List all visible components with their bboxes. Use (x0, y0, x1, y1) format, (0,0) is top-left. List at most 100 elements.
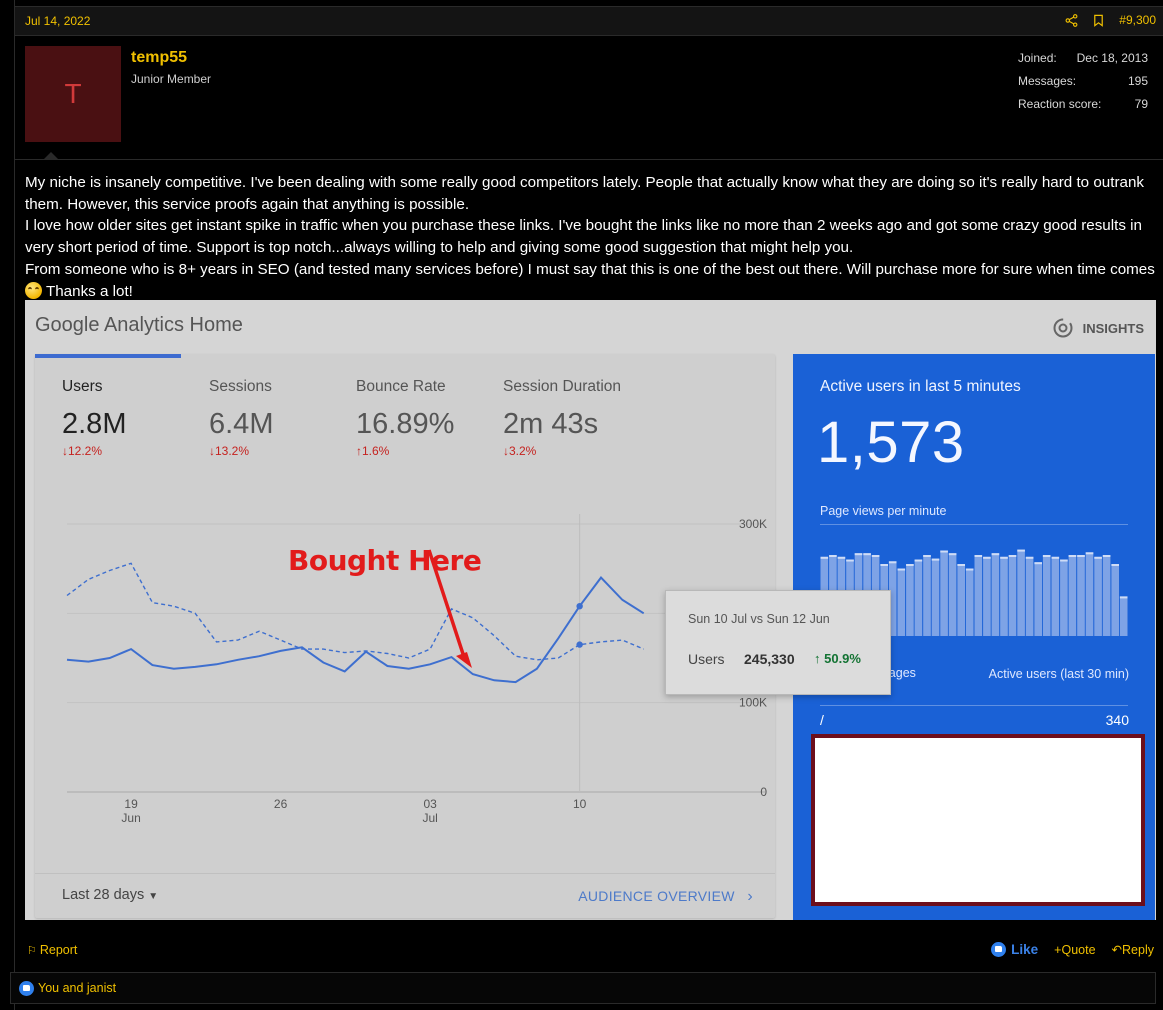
date-range-select[interactable]: Last 28 days ▼ (62, 887, 158, 903)
page-views-bar (1094, 556, 1102, 636)
page-views-bar (923, 555, 931, 636)
page-views-bar-cap (837, 556, 846, 559)
top-page-path[interactable]: / (820, 712, 824, 728)
page-views-bar (948, 553, 957, 636)
metric-change: ↓12.2% (62, 444, 126, 458)
metric-change-value: 13.2% (215, 444, 250, 458)
stat-label: Messages: (1018, 74, 1077, 88)
quote-button[interactable]: +Quote (1054, 943, 1095, 957)
user-stats: Joined: Dec 18, 2013 Messages: 195 React… (1018, 51, 1148, 120)
stat-value[interactable]: 195 (1114, 74, 1148, 97)
page-views-bar (1068, 555, 1077, 636)
page-views-bar (1017, 549, 1025, 636)
page-views-bar-cap (1051, 556, 1060, 559)
y-tick-label: 100K (739, 696, 767, 710)
stat-value: 79 (1134, 97, 1148, 111)
report-label: Report (39, 943, 78, 957)
redaction-box (811, 734, 1145, 906)
page-views-bar (1008, 555, 1017, 636)
page-views-bar-cap (888, 561, 897, 564)
metric-label: Users (62, 378, 103, 395)
page-views-bar-cap (974, 555, 983, 557)
page-views-bar (1042, 555, 1051, 636)
page-views-bar-cap (829, 555, 837, 557)
page-views-bar-cap (1017, 549, 1025, 552)
metric-bounce-rate: Bounce Rate 16.89% ↑1.6% (356, 378, 454, 458)
metric-value: 2.8M (62, 408, 127, 440)
metric-value: 16.89% (356, 408, 455, 440)
reply-button[interactable]: ↶Reply (1112, 942, 1154, 957)
post-footer-actions: Like +Quote ↶Reply (991, 942, 1154, 957)
avatar-notch (43, 152, 59, 160)
insights-label: INSIGHTS (1082, 320, 1144, 336)
x-tick-month: Jun (121, 811, 140, 825)
metric-users: Users 2.8M ↓12.2% (62, 378, 126, 458)
metric-value: 6.4M (209, 408, 274, 440)
audience-overview-link[interactable]: AUDIENCE OVERVIEW › (578, 888, 753, 906)
page-views-bar (940, 550, 948, 636)
bookmark-icon[interactable] (1092, 14, 1105, 27)
analytics-screenshot: Google Analytics Home INSIGHTS Users 2.8… (25, 300, 1156, 920)
metric-session-duration: Session Duration 2m 43s ↓3.2% (503, 378, 621, 458)
page-views-bar (991, 553, 1000, 636)
thumbs-up-icon (991, 942, 1007, 957)
page-views-bar (1102, 555, 1111, 636)
message-paragraph: I love how older sites get instant spike… (25, 217, 1142, 257)
divider (820, 705, 1128, 706)
x-tick-month: Jul (422, 811, 437, 825)
page-views-bar (1034, 562, 1042, 636)
y-tick-label: 0 (760, 785, 767, 799)
page-views-bar-cap (1085, 552, 1094, 555)
chart-tooltip: Sun 10 Jul vs Sun 12 Jun Users 245,330 ↑… (665, 590, 891, 695)
page-views-bar (897, 568, 906, 636)
post-number[interactable]: #9,300 (1119, 13, 1156, 27)
page-views-bar (965, 568, 974, 636)
active-users-count: 1,573 (817, 410, 965, 475)
reactions-text: You and janist (38, 981, 117, 995)
page-views-bar (906, 564, 914, 636)
stat-label: Reaction score: (1018, 97, 1102, 111)
highlight-point (576, 641, 583, 648)
series-line-current (66, 576, 645, 684)
stat-label: Joined: (1018, 51, 1057, 65)
message-paragraph: My niche is insanely competitive. I've b… (25, 174, 1145, 213)
page-views-label: Page views per minute (820, 504, 947, 518)
report-button[interactable]: ⚐ Report (27, 943, 77, 957)
post-date[interactable]: Jul 14, 2022 (25, 14, 90, 28)
like-button[interactable]: Like (991, 942, 1038, 957)
page-views-bar (1085, 552, 1094, 636)
share-icon[interactable] (1065, 13, 1078, 27)
page-views-bar-cap (906, 564, 914, 566)
y-tick-label: 300K (739, 517, 767, 531)
page-views-bar (931, 558, 940, 636)
page-views-bar (1077, 555, 1085, 636)
message-text: From someone who is 8+ years in SEO (and… (25, 260, 1155, 278)
username[interactable]: temp55 (131, 49, 187, 67)
page-views-bar-cap (1042, 555, 1051, 557)
message-body: My niche is insanely competitive. I've b… (25, 172, 1155, 302)
date-range-label: Last 28 days (62, 887, 145, 903)
stat-reaction-score: Reaction score: 79 (1018, 97, 1148, 120)
page-views-bar-cap (863, 553, 871, 556)
smile-emoji-icon (25, 281, 42, 299)
page-views-bar-cap (1094, 556, 1102, 559)
avatar-letter: T (64, 78, 82, 109)
reactions-bar[interactable]: You and janist (10, 972, 1156, 1004)
page-views-bar-cap (1034, 562, 1042, 565)
page-views-bar (974, 555, 983, 636)
highlight-point (576, 602, 583, 610)
page-views-bar (914, 559, 923, 636)
like-label: Like (1011, 942, 1039, 957)
page-views-bar-cap (846, 559, 854, 562)
user-title: Junior Member (131, 72, 212, 86)
post-actions: #9,300 (1065, 13, 1156, 27)
page-views-bar-cap (965, 568, 974, 571)
page-views-bar-cap (1077, 555, 1085, 557)
stat-value: Dec 18, 2013 (1076, 51, 1148, 65)
avatar[interactable]: T (25, 46, 121, 142)
stat-joined: Joined: Dec 18, 2013 (1018, 51, 1148, 74)
quote-label: Quote (1061, 942, 1096, 957)
metric-change-value: 3.2% (509, 444, 537, 458)
metric-change: ↓13.2% (209, 444, 273, 458)
page-views-bar-cap (983, 556, 991, 559)
